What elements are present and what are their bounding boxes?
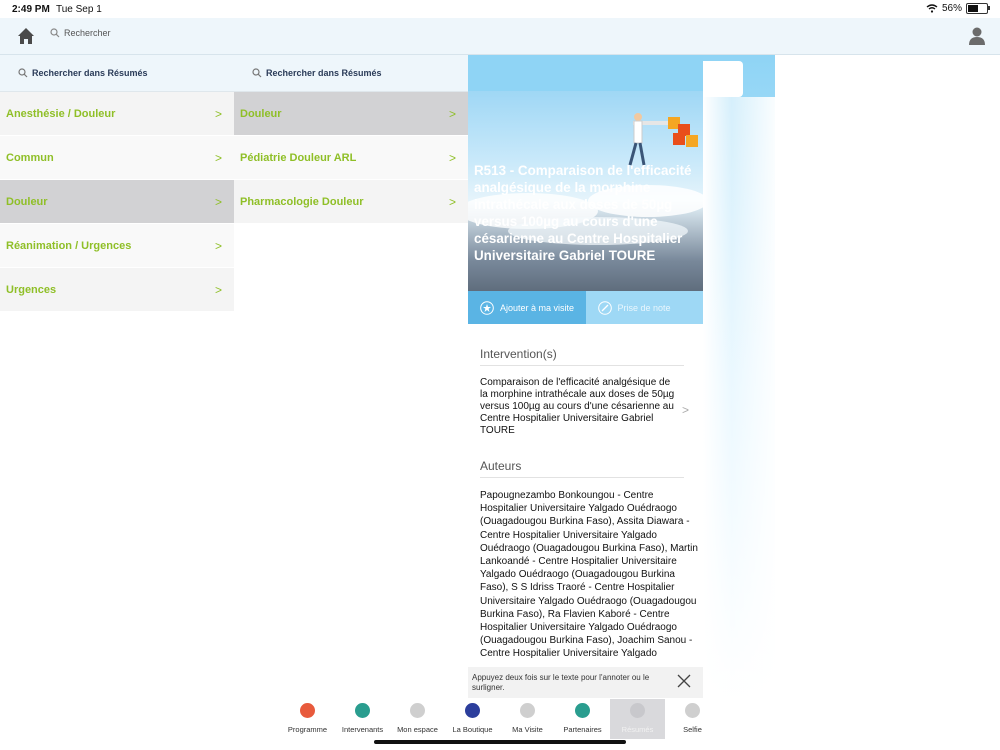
status-bar: 2:49 PM Tue Sep 1 56%: [0, 0, 1000, 18]
search-icon: [252, 68, 262, 78]
status-time: 2:49 PM: [12, 4, 50, 15]
chevron-right-icon: >: [214, 238, 222, 253]
battery-icon: [966, 3, 990, 14]
category-item[interactable]: Réanimation / Urgences >: [0, 224, 234, 268]
abstract-actions: Ajouter à ma visite Prise de note: [468, 291, 703, 324]
tab-icon: [520, 703, 535, 718]
tab-icon: [465, 703, 480, 718]
tab-la-boutique[interactable]: La Boutique: [445, 699, 500, 739]
chevron-right-icon: >: [214, 282, 222, 297]
home-indicator: [374, 740, 626, 744]
subcategory-search[interactable]: Rechercher dans Résumés: [234, 55, 468, 92]
abstract-detail-panel: R513 - Comparaison de l'efficacité analg…: [468, 55, 703, 698]
category-item[interactable]: Commun >: [0, 136, 234, 180]
category-column: Rechercher dans Résumés Anesthésie / Dou…: [0, 55, 234, 312]
top-bar: Rechercher: [0, 18, 1000, 55]
user-icon[interactable]: [968, 26, 986, 46]
category-item[interactable]: Urgences >: [0, 268, 234, 312]
subcategory-column: Rechercher dans Résumés Douleur > Pédiatr…: [234, 55, 468, 224]
battery-percent: 56%: [941, 3, 962, 14]
tab-label: Ma Visite: [512, 725, 543, 734]
category-label: Commun: [6, 151, 54, 164]
tab-bar: Programme Intervenants Mon espace La Boutiq…: [280, 699, 720, 739]
authors-text: Papougnezambo Bonkoungou - Centre Hospit…: [480, 490, 698, 660]
category-search[interactable]: Rechercher dans Résumés: [0, 55, 234, 92]
intervention-header: Intervention(s): [480, 347, 684, 366]
tab-label: Selfie: [683, 725, 702, 734]
tab-label: Partenaires: [563, 725, 602, 734]
background-card: [703, 61, 743, 97]
tab-partenaires[interactable]: Partenaires: [555, 699, 610, 739]
tab-icon: [630, 703, 645, 718]
subcategory-label: Pharmacologie Douleur: [240, 195, 364, 208]
status-date: Tue Sep 1: [56, 4, 102, 15]
tab-r-sum-s[interactable]: Résumés: [610, 699, 665, 739]
authors-header: Auteurs: [480, 459, 684, 478]
subcategory-item[interactable]: Pédiatrie Douleur ARL >: [234, 136, 468, 180]
background-fade: [703, 97, 775, 698]
wifi-icon: [926, 4, 938, 13]
tab-icon: [355, 703, 370, 718]
tab-icon: [685, 703, 700, 718]
take-note-label: Prise de note: [617, 302, 671, 313]
top-search[interactable]: Rechercher: [50, 28, 111, 38]
take-note-button[interactable]: Prise de note: [585, 291, 703, 324]
search-icon: [50, 28, 60, 38]
add-to-visit-button[interactable]: Ajouter à ma visite: [468, 291, 586, 324]
chevron-right-icon: >: [682, 403, 690, 417]
subcategory-label: Pédiatrie Douleur ARL: [240, 151, 357, 164]
star-icon: [480, 300, 494, 315]
tab-intervenants[interactable]: Intervenants: [335, 699, 390, 739]
category-label: Réanimation / Urgences: [6, 239, 132, 252]
note-icon: [597, 300, 612, 315]
tab-icon: [300, 703, 315, 718]
search-icon: [18, 68, 28, 78]
chevron-right-icon: >: [448, 150, 456, 165]
subcategory-search-label: Rechercher dans Résumés: [266, 68, 382, 78]
background-panel: [703, 55, 775, 698]
subcategory-item[interactable]: Pharmacologie Douleur >: [234, 180, 468, 224]
category-item-selected[interactable]: Douleur >: [0, 180, 234, 224]
tab-icon: [575, 703, 590, 718]
home-icon[interactable]: [16, 26, 36, 46]
chevron-right-icon: >: [448, 106, 456, 121]
tab-selfie[interactable]: Selfie: [665, 699, 720, 739]
tab-label: La Boutique: [452, 725, 493, 734]
chevron-right-icon: >: [214, 150, 222, 165]
battery-fill: [968, 5, 979, 12]
abstract-title: R513 - Comparaison de l'efficacité analg…: [474, 163, 692, 263]
abstract-hero: R513 - Comparaison de l'efficacité analg…: [468, 91, 703, 291]
subcategory-item-selected[interactable]: Douleur >: [234, 92, 468, 136]
chevron-right-icon: >: [214, 106, 222, 121]
detail-header-bar: [468, 55, 703, 91]
chevron-right-icon: >: [448, 194, 456, 209]
intervention-item[interactable]: Comparaison de l'efficacité analgésique …: [480, 377, 678, 437]
status-right: 56%: [926, 3, 990, 14]
category-label: Douleur: [6, 195, 48, 208]
tab-label: Mon espace: [397, 725, 438, 734]
category-label: Anesthésie / Douleur: [6, 107, 116, 120]
tab-mon-espace[interactable]: Mon espace: [390, 699, 445, 739]
chevron-right-icon: >: [214, 194, 222, 209]
close-icon[interactable]: [676, 673, 692, 689]
annotation-hint: Appuyez deux fois sur le texte pour l'an…: [468, 667, 703, 698]
category-label: Urgences: [6, 283, 57, 296]
tab-ma-visite[interactable]: Ma Visite: [500, 699, 555, 739]
tab-label: Intervenants: [341, 725, 384, 734]
tab-label: Programme: [287, 725, 328, 734]
tab-label: Résumés: [621, 725, 654, 734]
subcategory-label: Douleur: [240, 107, 282, 120]
tab-programme[interactable]: Programme: [280, 699, 335, 739]
tab-icon: [410, 703, 425, 718]
top-search-label: Rechercher: [64, 28, 111, 38]
category-search-label: Rechercher dans Résumés: [32, 68, 148, 78]
annotation-hint-text: Appuyez deux fois sur le texte pour l'an…: [472, 673, 650, 692]
category-item[interactable]: Anesthésie / Douleur >: [0, 92, 234, 136]
add-to-visit-label: Ajouter à ma visite: [500, 302, 575, 313]
